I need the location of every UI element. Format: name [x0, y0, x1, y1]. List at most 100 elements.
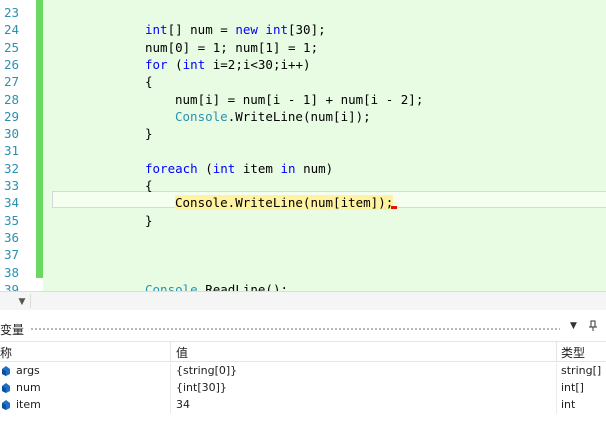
- cell-divider: [556, 397, 557, 414]
- line-number: 27: [4, 74, 20, 90]
- keyword-token: foreach: [145, 160, 198, 176]
- column-divider[interactable]: [556, 342, 557, 362]
- code-token: i=2;i<30;i++): [205, 56, 311, 72]
- code-line[interactable]: 36: [0, 229, 606, 246]
- line-number: 36: [4, 229, 20, 245]
- keyword-token: new: [235, 22, 258, 38]
- code-token: num[i] = num[i - 1] + num[i - 2];: [175, 91, 424, 107]
- code-line[interactable]: 28 num[i] = num[i - 1] + num[i - 2];: [0, 91, 606, 108]
- code-line[interactable]: 23: [0, 4, 606, 21]
- code-line[interactable]: 35}: [0, 212, 606, 229]
- code-text: {: [145, 177, 153, 194]
- cell-divider: [556, 380, 557, 397]
- code-token: .WriteLine(num[i]);: [227, 108, 371, 124]
- code-token: {: [145, 178, 153, 193]
- code-editor[interactable]: 23 24 int[] num = new int[30]; 25 num[0] = 1…: [0, 0, 606, 291]
- code-line[interactable]: 30}: [0, 125, 606, 142]
- code-line[interactable]: 27 {: [0, 73, 606, 90]
- variable-value[interactable]: {int[30]}: [176, 381, 227, 394]
- code-text: Console.WriteLine(num[item]);: [175, 194, 394, 211]
- column-header-value[interactable]: 值: [176, 344, 188, 361]
- cell-divider: [170, 397, 171, 414]
- code-token: }: [145, 126, 153, 142]
- variable-name: item: [16, 398, 41, 411]
- code-line[interactable]: 39 Console.ReadLine();: [0, 281, 606, 291]
- line-number: 35: [4, 212, 20, 228]
- panel-title: 变量: [0, 323, 25, 337]
- pin-icon[interactable]: [588, 320, 598, 335]
- code-text: }: [145, 125, 153, 142]
- variable-row[interactable]: args {string[0]} string[]: [0, 363, 606, 380]
- variable-icon: [2, 400, 10, 410]
- current-statement: Console.WriteLine(num[item]);: [175, 195, 394, 211]
- variable-row[interactable]: num {int[30]} int[]: [0, 380, 606, 397]
- variables-panel-header: 变量 ▼: [0, 318, 606, 340]
- code-token: }: [145, 212, 153, 228]
- column-divider[interactable]: [170, 342, 171, 362]
- code-token: [30];: [288, 22, 326, 38]
- keyword-token: int: [145, 22, 168, 38]
- variable-type: int: [561, 398, 576, 411]
- code-line[interactable]: 34 Console.WriteLine(num[item]);: [0, 194, 606, 211]
- variable-value[interactable]: {string[0]}: [176, 364, 237, 377]
- code-line[interactable]: 37: [0, 246, 606, 263]
- variable-type: string[]: [561, 364, 602, 377]
- type-token: Console: [145, 281, 198, 291]
- type-token: Console: [175, 108, 228, 124]
- chevron-down-icon[interactable]: ▼: [570, 321, 577, 331]
- line-number: 39: [4, 281, 20, 291]
- code-text: for (int i=2;i<30;i++): [145, 56, 311, 73]
- line-number: 24: [4, 22, 20, 38]
- variable-value[interactable]: 34: [176, 398, 190, 411]
- keyword-token: int: [212, 160, 236, 176]
- variables-grid-header: 称 值 类型: [0, 341, 606, 362]
- code-text: Console.WriteLine(num[i]);: [175, 108, 371, 125]
- code-text: int[] num = new int[30];: [145, 21, 326, 38]
- keyword-token: int: [182, 56, 206, 72]
- line-number: 29: [4, 108, 20, 124]
- variable-name: num: [16, 381, 41, 394]
- editor-horizontal-scroll-strip: ▼: [0, 291, 606, 310]
- line-number: 33: [4, 178, 20, 193]
- code-text: Console.ReadLine();: [145, 281, 288, 291]
- column-header-type[interactable]: 类型: [561, 344, 585, 361]
- line-number: 25: [4, 39, 20, 55]
- code-token: {: [145, 74, 153, 90]
- code-text: num[i] = num[i - 1] + num[i - 2];: [175, 91, 423, 108]
- keyword-token: for: [145, 56, 168, 72]
- variable-name: args: [16, 364, 40, 377]
- chevron-down-icon[interactable]: ▼: [14, 296, 30, 308]
- variable-icon: [2, 383, 10, 393]
- code-token: (: [197, 160, 213, 176]
- code-line[interactable]: 26 for (int i=2;i<30;i++): [0, 56, 606, 73]
- variable-icon: [2, 366, 10, 376]
- line-number: 37: [4, 247, 20, 263]
- line-number: 38: [4, 264, 20, 280]
- code-token: .ReadLine();: [197, 281, 288, 291]
- line-number: 26: [4, 56, 20, 72]
- line-number: 23: [4, 5, 20, 20]
- code-line[interactable]: 33 {: [0, 177, 606, 194]
- line-number: 32: [4, 160, 20, 176]
- variable-row[interactable]: item 34 int: [0, 397, 606, 414]
- code-line[interactable]: 24 int[] num = new int[30];: [0, 21, 606, 38]
- panel-drag-grip[interactable]: [30, 327, 560, 332]
- column-header-name[interactable]: 称: [0, 344, 12, 361]
- code-line[interactable]: 32 foreach (int item in num): [0, 160, 606, 177]
- code-line[interactable]: 25 num[0] = 1; num[1] = 1;: [0, 39, 606, 56]
- code-token: (: [167, 56, 183, 72]
- code-token: num[0] = 1; num[1] = 1;: [145, 39, 319, 55]
- line-number: 31: [4, 143, 20, 159]
- code-token: num): [295, 160, 334, 176]
- code-text: {: [145, 73, 153, 90]
- cell-divider: [170, 380, 171, 397]
- code-text: }: [145, 212, 153, 229]
- code-line[interactable]: 29 Console.WriteLine(num[i]);: [0, 108, 606, 125]
- code-text: foreach (int item in num): [145, 160, 333, 177]
- code-text: num[0] = 1; num[1] = 1;: [145, 39, 318, 56]
- code-line[interactable]: 31: [0, 142, 606, 159]
- line-number: 34: [4, 195, 20, 211]
- keyword-token: in: [280, 160, 296, 176]
- error-squiggle: [391, 206, 397, 209]
- code-line[interactable]: 38: [0, 264, 606, 281]
